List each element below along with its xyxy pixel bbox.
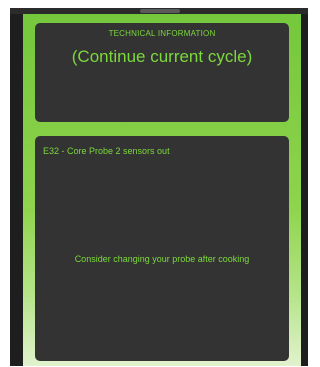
probe-advice-message: Consider changing your probe after cooki… [74, 254, 250, 264]
continue-cycle-title: (Continue current cycle) [71, 47, 253, 66]
top-strip-handle [140, 9, 180, 13]
error-detail-card: E32 - Core Probe 2 sensors out Consider … [35, 136, 289, 361]
device-screen: TECHNICAL INFORMATION (Continue current … [10, 8, 308, 366]
technical-info-header: TECHNICAL INFORMATION [108, 29, 216, 38]
error-code-message: E32 - Core Probe 2 sensors out [43, 146, 170, 156]
technical-info-card[interactable]: TECHNICAL INFORMATION (Continue current … [35, 23, 289, 122]
alert-panel: TECHNICAL INFORMATION (Continue current … [23, 14, 301, 366]
